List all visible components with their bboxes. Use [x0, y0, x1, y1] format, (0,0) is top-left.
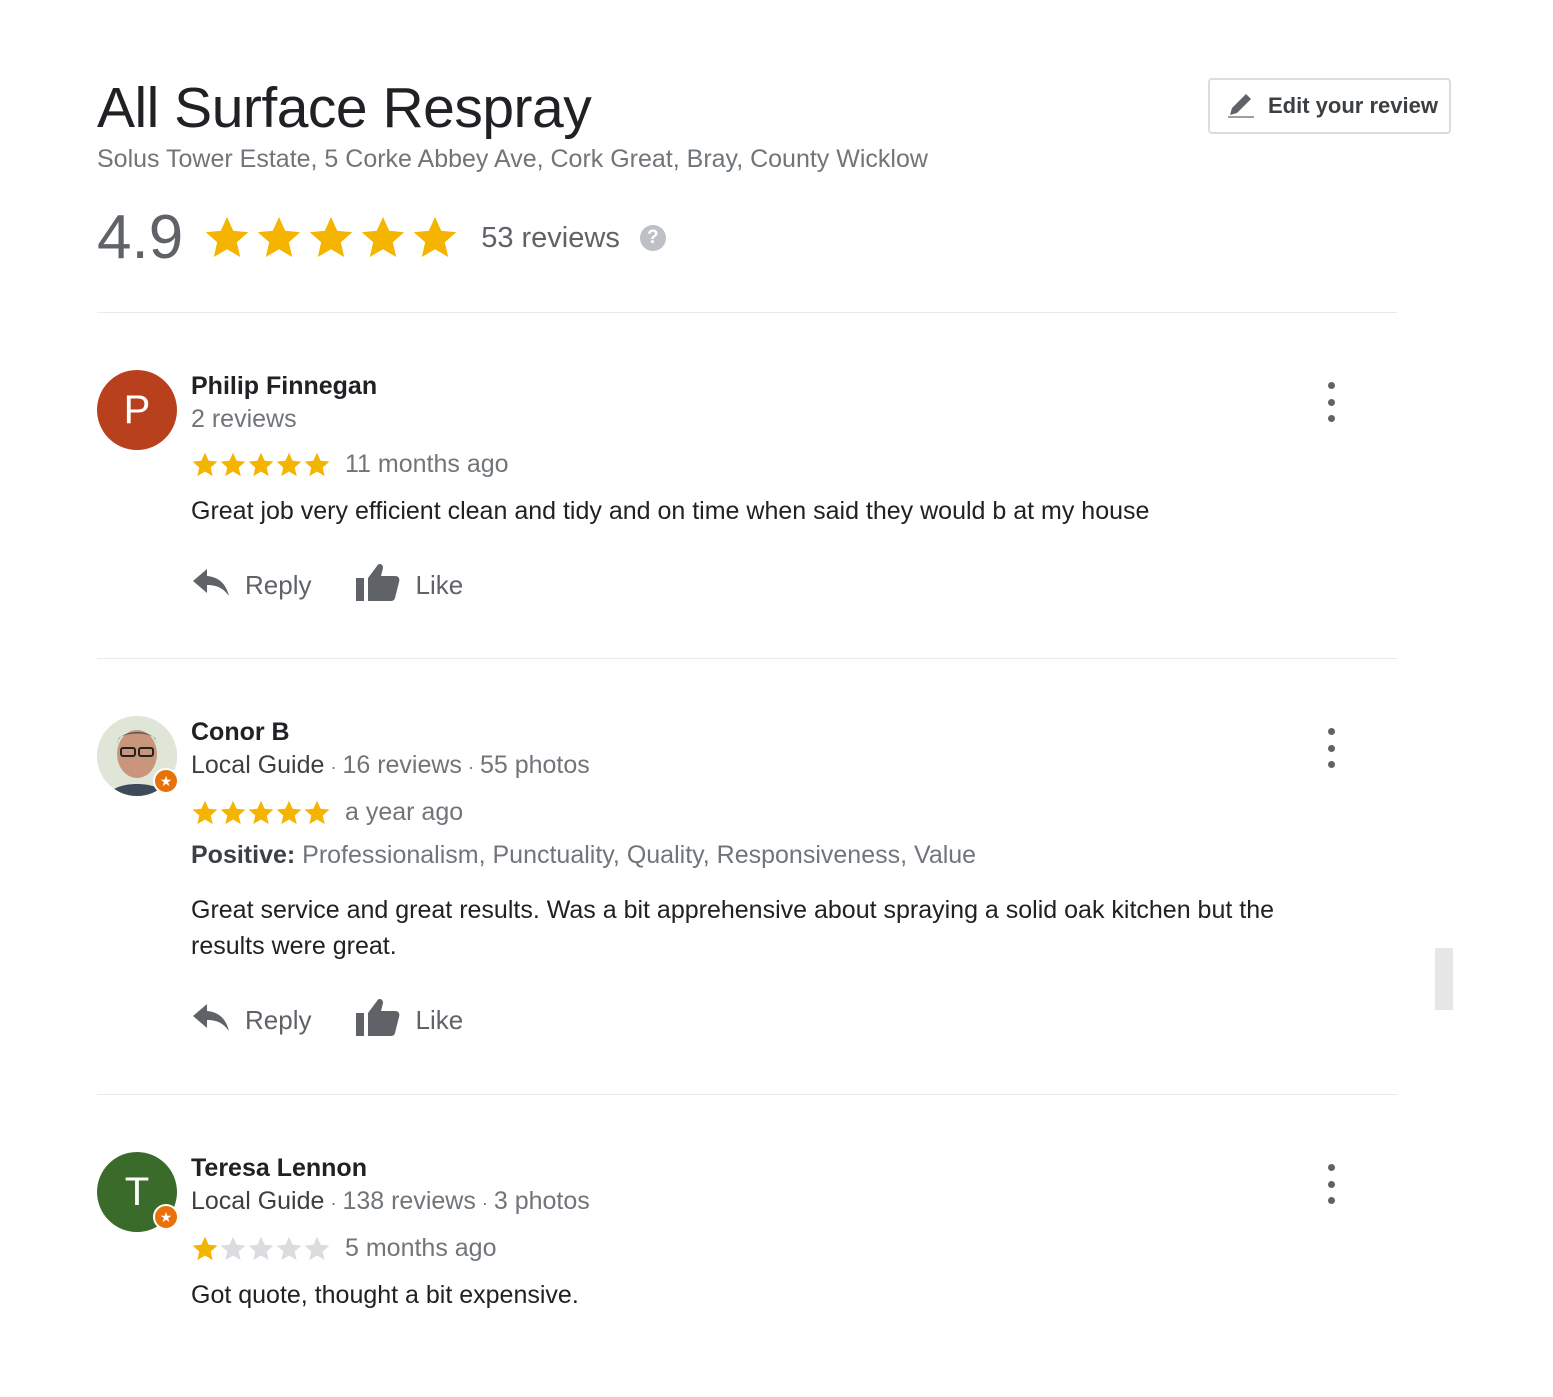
star-filled-icon [191, 451, 219, 479]
average-score: 4.9 [97, 203, 184, 272]
local-guide-badge-icon: ★ [153, 1204, 179, 1230]
reviewer-name[interactable]: Philip Finnegan [191, 370, 1331, 402]
star-filled-icon [411, 214, 459, 262]
avatar[interactable]: ★ [97, 716, 179, 796]
avatar[interactable]: T ★ [97, 1152, 179, 1232]
star-filled-icon [203, 214, 251, 262]
reviewer-photo-count: 3 photos [493, 1187, 590, 1215]
review-actions: Reply Like [191, 996, 1331, 1045]
review-text: Great job very efficient clean and tidy … [191, 497, 1150, 525]
star-filled-icon [307, 214, 355, 262]
reviewer-review-count: 2 reviews [191, 405, 297, 433]
place-title: All Surface Respray [97, 76, 592, 140]
reply-label: Reply [245, 1005, 312, 1035]
star-filled-icon [247, 799, 275, 827]
summary-stars [203, 214, 459, 262]
like-button[interactable]: Like [355, 996, 463, 1045]
review-stars [191, 1235, 331, 1263]
reviews-count[interactable]: 53 reviews [481, 222, 620, 255]
review-text: Got quote, thought a bit expensive. [191, 1281, 579, 1309]
star-filled-icon [219, 451, 247, 479]
avatar[interactable]: P [97, 370, 177, 450]
review-rating-row: 11 months ago [191, 450, 1331, 479]
local-guide-label: Local Guide [191, 751, 325, 779]
edit-review-label: Edit your review [1268, 93, 1438, 118]
positive-attributes: Positive: Professionalism, Punctuality, … [191, 841, 1331, 870]
thumbs-up-icon [355, 561, 401, 610]
reviewer-meta: 2 reviews [191, 402, 1331, 436]
reviewer-review-count: 16 reviews [342, 751, 462, 779]
star-empty-icon [247, 1235, 275, 1263]
place-address: Solus Tower Estate, 5 Corke Abbey Ave, C… [97, 145, 928, 173]
star-empty-icon [303, 1235, 331, 1263]
star-filled-icon [303, 451, 331, 479]
rating-summary: 4.9 53 reviews ? [97, 200, 666, 276]
star-filled-icon [275, 451, 303, 479]
scrollbar-thumb[interactable] [1435, 948, 1453, 1010]
avatar-letter: T [124, 1169, 150, 1214]
more-options-icon[interactable] [1319, 382, 1343, 422]
star-filled-icon [219, 799, 247, 827]
star-empty-icon [219, 1235, 247, 1263]
thumbs-up-icon [355, 996, 401, 1045]
local-guide-label: Local Guide [191, 1187, 325, 1215]
review-actions: Reply Like [191, 561, 1331, 610]
place-header: All Surface Respray Solus Tower Estate, … [97, 74, 928, 174]
reviewer-name[interactable]: Teresa Lennon [191, 1152, 1331, 1184]
star-empty-icon [275, 1235, 303, 1263]
divider [97, 658, 1397, 659]
star-filled-icon [191, 1235, 219, 1263]
star-filled-icon [303, 799, 331, 827]
review-time: 11 months ago [345, 450, 509, 478]
review-stars [191, 451, 331, 479]
reviewer-review-count: 138 reviews [342, 1187, 476, 1215]
star-filled-icon [247, 451, 275, 479]
reviewer-meta: Local Guide · 16 reviews · 55 photos [191, 751, 590, 779]
positive-values: Professionalism, Punctuality, Quality, R… [302, 841, 977, 869]
question-mark-icon[interactable]: ? [639, 225, 666, 251]
reply-button[interactable]: Reply [191, 1000, 311, 1041]
local-guide-badge-icon: ★ [153, 768, 179, 794]
like-label: Like [415, 570, 464, 600]
more-options-icon[interactable] [1319, 728, 1343, 768]
review-text: Great service and great results. Was a b… [191, 896, 1275, 960]
star-filled-icon [191, 799, 219, 827]
review-rating-row: 5 months ago [191, 1234, 1331, 1263]
reviewer-name[interactable]: Conor B [191, 716, 1331, 748]
reviewer-photo-count: 55 photos [479, 751, 590, 779]
like-label: Like [415, 1005, 464, 1035]
review-time: 5 months ago [345, 1234, 497, 1262]
star-filled-icon [359, 214, 407, 262]
reply-icon [191, 565, 231, 606]
star-filled-icon [255, 214, 303, 262]
reply-label: Reply [245, 570, 312, 600]
edit-review-button[interactable]: Edit your review [1208, 78, 1451, 134]
review-stars [191, 799, 331, 827]
divider [97, 312, 1397, 313]
star-filled-icon [275, 799, 303, 827]
reply-button[interactable]: Reply [191, 565, 311, 606]
review-time: a year ago [345, 798, 464, 826]
pencil-icon [1226, 89, 1256, 124]
divider [97, 1094, 1397, 1095]
like-button[interactable]: Like [355, 561, 463, 610]
review-rating-row: a year ago [191, 798, 1331, 827]
more-options-icon[interactable] [1319, 1164, 1343, 1204]
reviewer-meta: Local Guide · 138 reviews · 3 photos [191, 1187, 590, 1215]
positive-label: Positive: [191, 841, 296, 869]
reply-icon [191, 1000, 231, 1041]
